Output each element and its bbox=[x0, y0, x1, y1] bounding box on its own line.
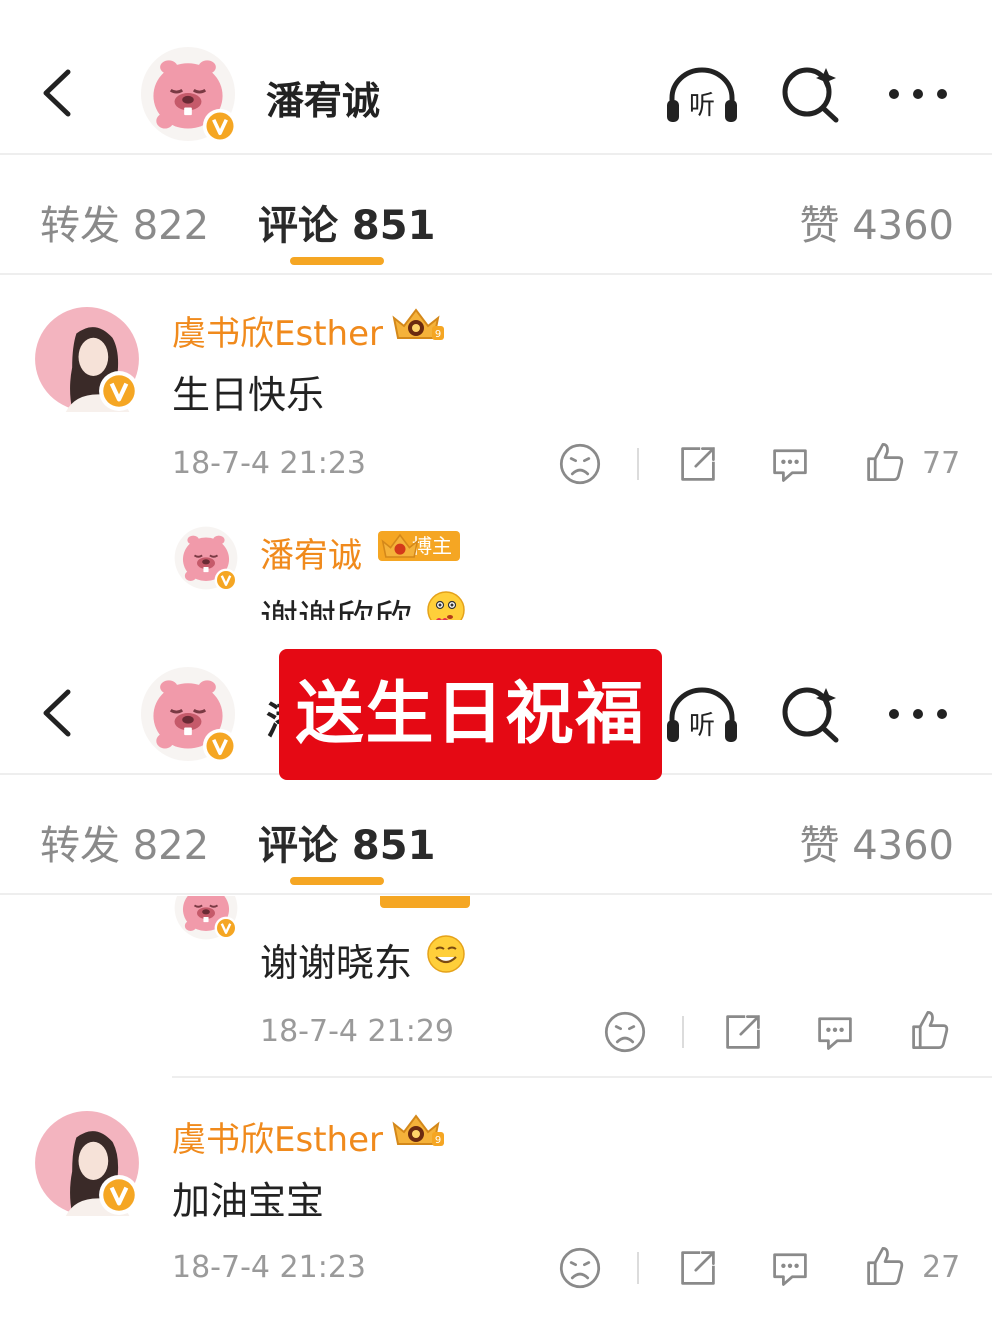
replier-avatar[interactable] bbox=[174, 896, 240, 940]
comment-text: 生日快乐 bbox=[172, 373, 325, 417]
reply-text: 谢谢晓东 bbox=[260, 941, 413, 985]
like-icon[interactable] bbox=[862, 440, 906, 484]
tab-comment[interactable]: 评论 851 bbox=[258, 193, 435, 251]
caption-banner-text: 送生日祝福 bbox=[295, 675, 646, 754]
separator bbox=[637, 1252, 639, 1284]
tab-like[interactable]: 赞 4360 bbox=[799, 813, 954, 871]
verified-badge-icon bbox=[214, 568, 238, 592]
share-icon[interactable] bbox=[676, 442, 720, 486]
crown-badge-icon bbox=[388, 304, 444, 344]
comment-time: 18-7-4 21:23 bbox=[172, 1250, 366, 1285]
reply-icon[interactable] bbox=[768, 442, 812, 486]
commenter-avatar[interactable] bbox=[34, 306, 140, 416]
back-arrow-icon[interactable] bbox=[38, 66, 78, 120]
listen-label: 听 bbox=[689, 91, 715, 121]
listen-label: 听 bbox=[689, 711, 715, 741]
user-avatar[interactable] bbox=[140, 666, 236, 762]
page-title: 潘宥诚 bbox=[266, 79, 381, 123]
tab-repost[interactable]: 转发 822 bbox=[40, 193, 209, 251]
headphones-icon: 听 bbox=[667, 67, 737, 122]
separator bbox=[682, 1016, 684, 1048]
search-icon[interactable] bbox=[780, 682, 842, 744]
active-tab-indicator bbox=[290, 877, 384, 885]
blogger-badge-partial bbox=[380, 896, 470, 908]
dislike-icon[interactable] bbox=[558, 1246, 602, 1290]
tab-repost[interactable]: 转发 822 bbox=[40, 813, 209, 871]
replier-name[interactable]: 潘宥诚 bbox=[260, 528, 362, 577]
separator bbox=[637, 448, 639, 480]
dislike-icon[interactable] bbox=[603, 1010, 647, 1054]
user-avatar[interactable] bbox=[140, 46, 236, 142]
commenter-name[interactable]: 虞书欣Esther bbox=[172, 1112, 383, 1161]
search-icon[interactable] bbox=[780, 62, 842, 124]
tab-comment[interactable]: 评论 851 bbox=[258, 813, 435, 871]
commenter-avatar[interactable] bbox=[34, 1110, 140, 1220]
like-count: 27 bbox=[922, 1250, 961, 1285]
reply-icon[interactable] bbox=[768, 1246, 812, 1290]
active-tab-indicator bbox=[290, 257, 384, 265]
more-options-icon[interactable] bbox=[886, 704, 950, 724]
share-icon[interactable] bbox=[676, 1246, 720, 1290]
verified-badge-icon bbox=[98, 370, 140, 412]
like-icon[interactable] bbox=[907, 1008, 951, 1052]
like-icon[interactable] bbox=[862, 1244, 906, 1288]
top-header: 潘宥诚 听 bbox=[0, 0, 992, 155]
tab-bar: 转发 822 评论 851 赞 4360 bbox=[0, 155, 992, 273]
reply-time: 18-7-4 21:29 bbox=[260, 1014, 454, 1049]
grin-emoji-icon bbox=[426, 934, 466, 974]
tab-like[interactable]: 赞 4360 bbox=[799, 193, 954, 251]
verified-badge-icon bbox=[202, 728, 238, 764]
reply-icon[interactable] bbox=[813, 1010, 857, 1054]
divider bbox=[0, 273, 992, 275]
verified-badge-icon bbox=[214, 916, 238, 940]
listen-button[interactable]: 听 bbox=[664, 64, 740, 124]
verified-badge-icon bbox=[98, 1174, 140, 1216]
commenter-name[interactable]: 虞书欣Esther bbox=[172, 306, 383, 355]
like-count: 77 bbox=[922, 446, 961, 481]
dislike-icon[interactable] bbox=[558, 442, 602, 486]
headphones-icon: 听 bbox=[667, 687, 737, 742]
divider bbox=[0, 893, 992, 895]
replier-avatar[interactable] bbox=[174, 526, 238, 594]
divider bbox=[172, 1076, 992, 1078]
tab-bar-repeat: 转发 822 评论 851 赞 4360 bbox=[0, 775, 992, 893]
verified-badge-icon bbox=[202, 108, 238, 144]
more-options-icon[interactable] bbox=[886, 84, 950, 104]
share-icon[interactable] bbox=[721, 1010, 765, 1054]
comment-text: 加油宝宝 bbox=[172, 1179, 325, 1223]
back-arrow-icon[interactable] bbox=[38, 686, 78, 740]
crown-badge-icon bbox=[388, 1110, 444, 1150]
comment-time: 18-7-4 21:23 bbox=[172, 446, 366, 481]
blogger-badge: 博主 bbox=[378, 530, 460, 561]
listen-button[interactable]: 听 bbox=[664, 684, 740, 744]
